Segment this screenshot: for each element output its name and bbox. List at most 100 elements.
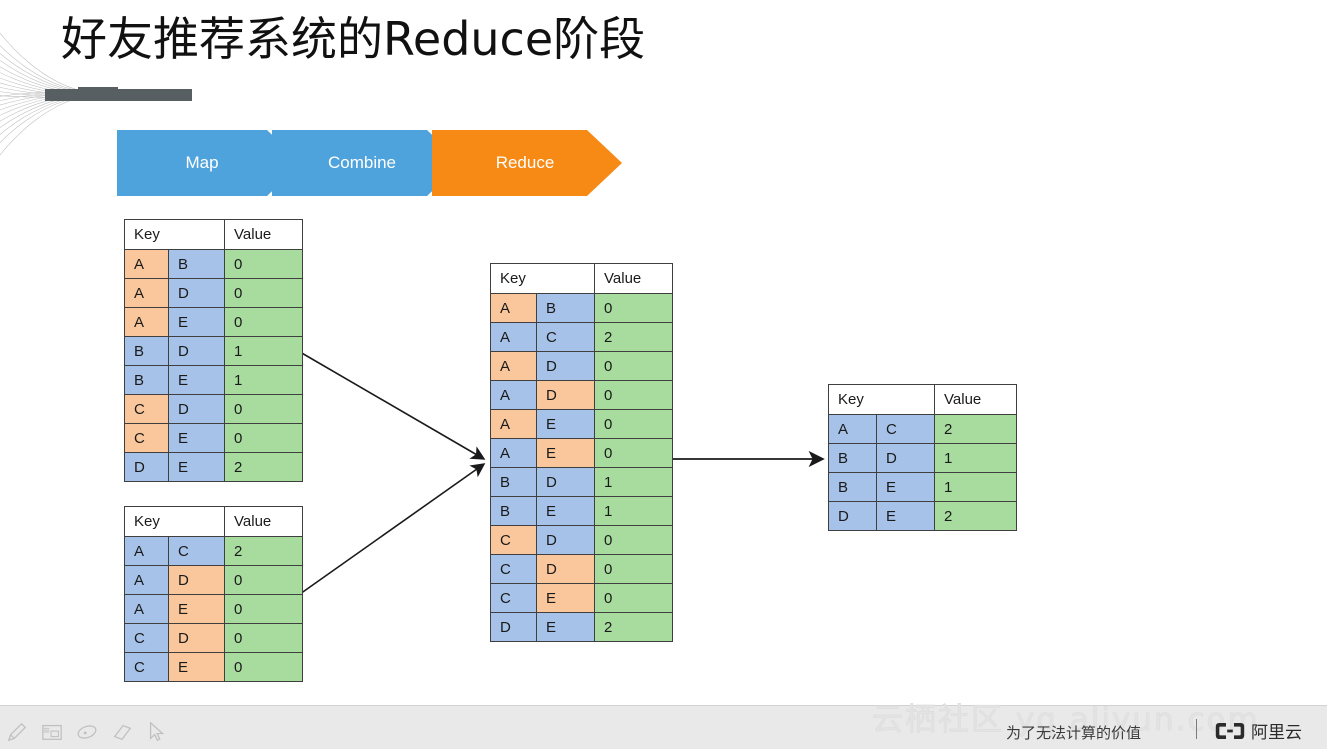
table-row: BD1 — [828, 443, 1017, 473]
cell-key-primary: B — [828, 443, 877, 473]
table-row: BE1 — [124, 365, 303, 395]
cell-key-primary: B — [124, 365, 169, 395]
eraser-icon[interactable] — [111, 721, 133, 743]
table-map-output-1: Key Value AB0AD0AE0BD1BE1CD0CE0DE2 — [124, 219, 303, 482]
cell-value: 1 — [594, 496, 673, 526]
cell-key-secondary: D — [168, 336, 225, 366]
pen-icon[interactable] — [6, 721, 28, 743]
table-header-row: Key Value — [490, 263, 673, 294]
table-row: AE0 — [490, 438, 673, 468]
cell-value: 0 — [594, 583, 673, 613]
cell-key-secondary: E — [536, 438, 595, 468]
cell-key-secondary: C — [876, 414, 935, 444]
cell-key-secondary: C — [168, 536, 225, 566]
page-title: 好友推荐系统的Reduce阶段 — [61, 12, 646, 66]
cell-key-primary: A — [490, 351, 537, 381]
cell-key-primary: A — [124, 278, 169, 308]
cell-key-secondary: C — [536, 322, 595, 352]
chevron-reduce — [432, 130, 622, 196]
aliyun-logo-icon — [1215, 722, 1245, 739]
cell-key-primary: A — [124, 565, 169, 595]
header-value: Value — [224, 219, 303, 250]
cell-value: 0 — [224, 307, 303, 337]
table-row: CD0 — [124, 394, 303, 424]
cell-key-secondary: B — [168, 249, 225, 279]
table-row: AE0 — [124, 594, 303, 624]
table-row: DE2 — [124, 452, 303, 482]
table-header-row: Key Value — [124, 506, 303, 537]
ink-toolbar[interactable] — [6, 718, 186, 746]
cell-value: 0 — [594, 554, 673, 584]
title-underline-bar — [45, 89, 192, 101]
cell-key-secondary: D — [536, 467, 595, 497]
cell-value: 0 — [224, 623, 303, 653]
cell-key-primary: C — [490, 525, 537, 555]
cell-value: 0 — [224, 278, 303, 308]
cell-key-primary: A — [124, 536, 169, 566]
cell-key-secondary: E — [536, 583, 595, 613]
header-value: Value — [934, 384, 1017, 415]
table-map-output-2: Key Value AC2AD0AE0CD0CE0 — [124, 506, 303, 682]
footer-slogan: 为了无法计算的价值 — [1006, 724, 1142, 742]
cell-key-primary: D — [828, 501, 877, 531]
cell-key-primary: A — [490, 293, 537, 323]
cell-key-primary: C — [124, 394, 169, 424]
cell-key-secondary: E — [536, 612, 595, 642]
cell-key-primary: C — [124, 623, 169, 653]
table-header-row: Key Value — [124, 219, 303, 250]
cell-value: 1 — [934, 443, 1017, 473]
table-row: CE0 — [124, 652, 303, 682]
cell-value: 1 — [934, 472, 1017, 502]
table-row: AB0 — [124, 249, 303, 279]
cursor-arrow-icon[interactable] — [146, 721, 168, 743]
cell-key-primary: A — [124, 594, 169, 624]
cell-key-primary: A — [490, 380, 537, 410]
cell-value: 0 — [224, 394, 303, 424]
cell-key-primary: D — [124, 452, 169, 482]
cell-key-secondary: E — [876, 501, 935, 531]
laser-pointer-icon[interactable] — [76, 721, 98, 743]
cell-value: 0 — [224, 565, 303, 595]
cell-key-secondary: D — [536, 554, 595, 584]
table-reduce-output: Key Value AC2BD1BE1DE2 — [828, 384, 1017, 531]
slide-thumbnail-icon[interactable] — [41, 721, 63, 743]
cell-value: 2 — [934, 501, 1017, 531]
cell-value: 2 — [934, 414, 1017, 444]
cell-value: 0 — [224, 249, 303, 279]
cell-value: 1 — [224, 365, 303, 395]
cell-value: 0 — [224, 652, 303, 682]
brand-name: 阿里云 — [1251, 723, 1302, 743]
cell-value: 0 — [594, 525, 673, 555]
table-header-row: Key Value — [828, 384, 1017, 415]
cell-key-secondary: E — [876, 472, 935, 502]
cell-key-primary: A — [124, 307, 169, 337]
table-row: CD0 — [490, 554, 673, 584]
table-row: AE0 — [124, 307, 303, 337]
cell-key-secondary: D — [536, 380, 595, 410]
table-row: AD0 — [490, 380, 673, 410]
table-row: AE0 — [490, 409, 673, 439]
cell-key-primary: A — [490, 322, 537, 352]
table-row: AD0 — [124, 565, 303, 595]
cell-key-primary: C — [490, 554, 537, 584]
table-row: AC2 — [124, 536, 303, 566]
cell-key-secondary: D — [536, 525, 595, 555]
table-combined-shuffle: Key Value AB0AC2AD0AD0AE0AE0BD1BE1CD0CD0… — [490, 263, 673, 642]
table-row: CD0 — [490, 525, 673, 555]
cell-key-secondary: D — [168, 565, 225, 595]
cell-key-primary: C — [124, 652, 169, 682]
cell-key-secondary: D — [876, 443, 935, 473]
cell-value: 2 — [594, 322, 673, 352]
table-row: AC2 — [828, 414, 1017, 444]
cell-value: 0 — [594, 380, 673, 410]
footer-divider — [1196, 719, 1197, 739]
header-key: Key — [124, 219, 225, 250]
cell-key-secondary: D — [168, 623, 225, 653]
table-row: BD1 — [124, 336, 303, 366]
cell-value: 0 — [594, 351, 673, 381]
arrow-table1-to-combined — [299, 351, 486, 460]
cell-value: 2 — [594, 612, 673, 642]
cell-key-primary: A — [124, 249, 169, 279]
cell-value: 1 — [224, 336, 303, 366]
table-row: DE2 — [828, 501, 1017, 531]
